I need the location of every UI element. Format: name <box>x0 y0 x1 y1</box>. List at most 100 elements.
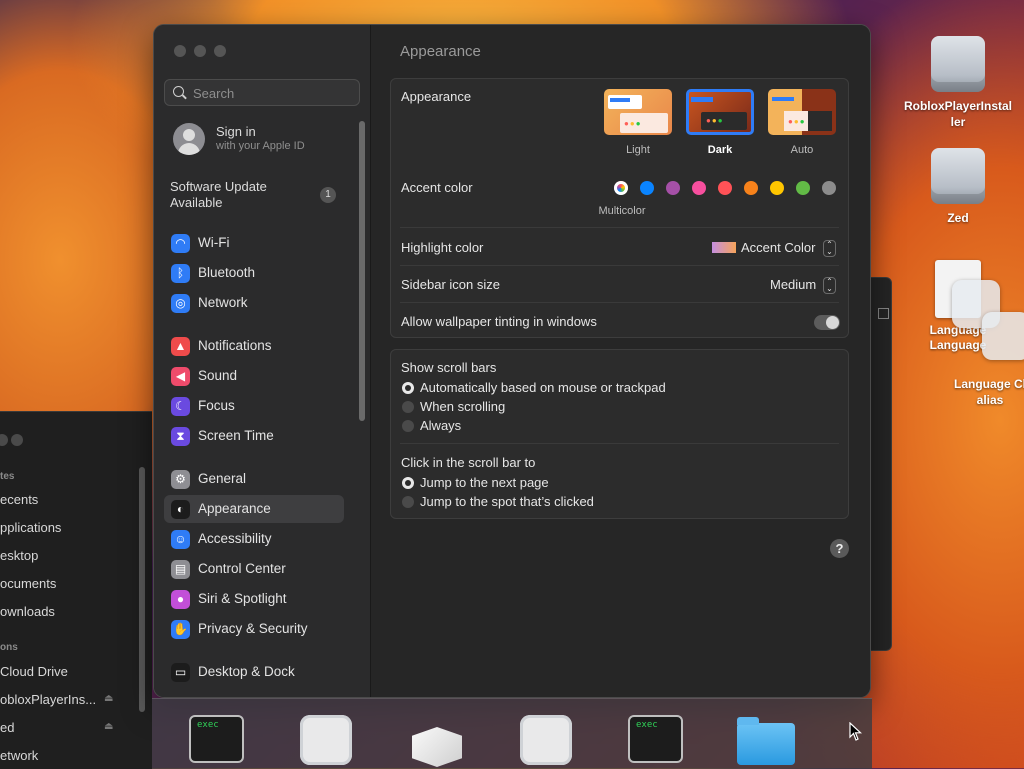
terminal-exec-icon[interactable]: exec <box>189 715 244 763</box>
sidebar-item-siri-spotlight[interactable]: ● Siri & Spotlight <box>164 585 344 613</box>
accent-swatch[interactable] <box>692 181 706 195</box>
folder-icon[interactable] <box>737 717 795 765</box>
software-update-label[interactable]: Software Update Available <box>170 179 290 211</box>
minimize-button[interactable] <box>194 45 206 57</box>
accent-bar <box>691 97 713 102</box>
avatar[interactable] <box>173 123 205 155</box>
appearance-option-dark[interactable]: ●●● <box>686 89 754 135</box>
sidebar-item-desktop-dock[interactable]: ▭ Desktop & Dock <box>164 658 344 686</box>
radio-label[interactable]: Jump to the next page <box>420 475 549 490</box>
sidebar-icon-size-label: Sidebar icon size <box>401 277 500 292</box>
sidebar-item-privacy-security[interactable]: ✋ Privacy & Security <box>164 615 344 643</box>
finder-section-header: ons <box>0 642 18 653</box>
eject-icon[interactable]: ⏏ <box>104 721 113 732</box>
desktop-icon-roblox-installer[interactable]: RobloxPlayerInstaller <box>903 36 1013 130</box>
appearance-option-light[interactable]: ●●● <box>604 89 672 135</box>
finder-item[interactable]: obloxPlayerIns... <box>0 692 96 707</box>
icon-size-stepper[interactable]: ⌃ ⌄ <box>823 277 836 294</box>
finder-item[interactable]: esktop <box>0 548 38 563</box>
radio-label[interactable]: Automatically based on mouse or trackpad <box>420 380 666 395</box>
accent-swatch[interactable] <box>822 181 836 195</box>
finder-item[interactable]: Cloud Drive <box>0 664 68 679</box>
sidebar-item-general[interactable]: ⚙ General <box>164 465 344 493</box>
desktop-icon-label: Language Cl alias <box>953 377 1024 407</box>
finder-item[interactable]: ocuments <box>0 576 56 591</box>
traffic-dots: ●●● <box>788 117 806 126</box>
appearance-option-auto[interactable]: ●●● <box>768 89 836 135</box>
highlight-swatch <box>712 242 736 253</box>
sidebar-item-label: Bluetooth <box>198 265 256 280</box>
finder-item[interactable]: etwork <box>0 748 38 763</box>
close-button[interactable] <box>174 45 186 57</box>
terminal-exec-icon[interactable]: exec <box>628 715 683 763</box>
radio-jump-next-page[interactable] <box>402 477 414 489</box>
sidebar-item-network[interactable]: ◎ Network <box>164 289 344 317</box>
accessibility-icon: ☺ <box>171 530 190 549</box>
accent-swatch[interactable] <box>666 181 680 195</box>
finder-item[interactable]: ed <box>0 720 14 735</box>
sidebar-item-bluetooth[interactable]: ᛒ Bluetooth <box>164 259 344 287</box>
accent-swatch[interactable] <box>744 181 758 195</box>
divider <box>400 443 839 444</box>
finder-scrollbar[interactable] <box>139 467 145 712</box>
traffic-dots: ●●● <box>624 119 642 128</box>
sidebar-item-control-center[interactable]: ▤ Control Center <box>164 555 344 583</box>
radio-label[interactable]: Always <box>420 418 461 433</box>
desktop-icon-language-alias[interactable]: Language Cl alias <box>940 376 1024 408</box>
radio-scroll-always[interactable] <box>402 420 414 432</box>
wallpaper-tinting-toggle[interactable] <box>814 315 840 330</box>
lego-brick-icon[interactable] <box>410 715 462 767</box>
sidebar-item-wi-fi[interactable]: ◠ Wi-Fi <box>164 229 344 257</box>
finder-item[interactable]: ecents <box>0 492 38 507</box>
accent-swatch[interactable] <box>770 181 784 195</box>
accent-bar <box>610 98 630 102</box>
help-button[interactable]: ? <box>830 539 849 558</box>
window-button[interactable] <box>0 434 8 446</box>
zoom-button[interactable] <box>214 45 226 57</box>
appearance-icon: ◐ <box>171 500 190 519</box>
window-button[interactable] <box>11 434 23 446</box>
sidebar-item-label: Network <box>198 295 248 310</box>
generic-app-icon[interactable] <box>520 715 572 765</box>
sidebar-item-focus[interactable]: ☾ Focus <box>164 392 344 420</box>
sidebar-item-label: Sound <box>198 368 238 383</box>
sidebar-item-label: Notifications <box>198 338 272 353</box>
finder-item[interactable]: ownloads <box>0 604 55 619</box>
eject-icon[interactable]: ⏏ <box>104 693 113 704</box>
finder-item[interactable]: pplications <box>0 520 61 535</box>
sidebar-icon-size-value[interactable]: Medium <box>770 277 816 292</box>
accent-swatch[interactable] <box>640 181 654 195</box>
accent-swatch[interactable] <box>718 181 732 195</box>
accent-swatch-multicolor[interactable] <box>614 181 628 195</box>
drive-icon <box>931 148 985 204</box>
exec-label: exec <box>197 720 219 730</box>
accent-swatch[interactable] <box>796 181 810 195</box>
radio-label[interactable]: When scrolling <box>420 399 505 414</box>
wifi-icon: ◠ <box>171 234 190 253</box>
sidebar-scrollbar[interactable] <box>359 121 365 421</box>
sidebar-item-sound[interactable]: ◀ Sound <box>164 362 344 390</box>
radio-scroll-auto[interactable] <box>402 382 414 394</box>
sidebar-item-label: Privacy & Security <box>198 621 308 636</box>
sidebar-item-appearance[interactable]: ◐ Appearance <box>164 495 344 523</box>
search-input[interactable]: Search <box>164 79 360 106</box>
sidebar-item-notifications[interactable]: ▲ Notifications <box>164 332 344 360</box>
generic-app-icon[interactable] <box>300 715 352 765</box>
appearance-caption-auto: Auto <box>790 144 814 156</box>
desktop-icon-zed[interactable]: Zed <box>903 148 1013 226</box>
sidebar-item-screen-time[interactable]: ⧗ Screen Time <box>164 422 344 450</box>
radio-jump-to-spot[interactable] <box>402 496 414 508</box>
highlight-color-stepper[interactable]: ⌃ ⌄ <box>823 240 836 257</box>
radio-scroll-when-scrolling[interactable] <box>402 401 414 413</box>
hand-icon: ✋ <box>171 620 190 639</box>
app-icon[interactable] <box>982 312 1024 360</box>
list-icon <box>878 308 889 319</box>
appearance-caption-light: Light <box>626 144 650 156</box>
radio-label[interactable]: Jump to the spot that’s clicked <box>420 494 594 509</box>
sidebar-item-accessibility[interactable]: ☺ Accessibility <box>164 525 344 553</box>
highlight-color-value[interactable]: Accent Color <box>741 240 815 255</box>
window-preview <box>808 111 832 131</box>
sidebar-item-label: Wi-Fi <box>198 235 230 250</box>
sidebar-item-label: General <box>198 471 247 486</box>
sign-in-title[interactable]: Sign in <box>216 124 256 139</box>
